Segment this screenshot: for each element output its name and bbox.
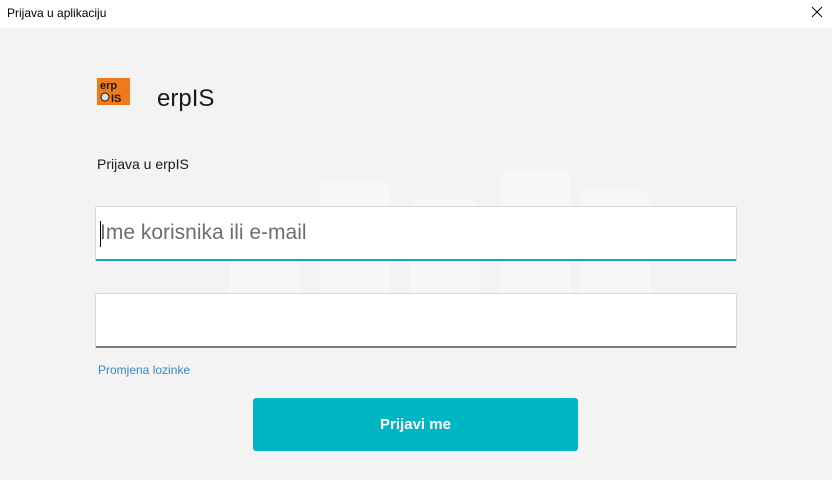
erpis-logo: erp IS	[97, 78, 130, 105]
password-input[interactable]	[96, 294, 736, 346]
close-icon	[811, 6, 823, 18]
window-title: Prijava u aplikaciju	[7, 6, 107, 20]
password-field-container	[95, 293, 737, 348]
close-button[interactable]	[802, 0, 832, 28]
login-button[interactable]: Prijavi me	[253, 398, 578, 451]
username-input[interactable]	[96, 207, 736, 259]
login-subtitle: Prijava u erpIS	[97, 156, 189, 172]
change-password-link[interactable]: Promjena lozinke	[98, 363, 190, 377]
logo-text-bottom: IS	[111, 93, 121, 105]
login-window: Prijava u aplikaciju erp IS erpIS Prijav…	[0, 0, 832, 480]
text-caret	[100, 221, 101, 247]
username-field-container	[95, 206, 737, 261]
app-name: erpIS	[157, 85, 215, 112]
logo-text-top: erp	[100, 80, 117, 92]
title-bar: Prijava u aplikaciju	[0, 0, 832, 28]
